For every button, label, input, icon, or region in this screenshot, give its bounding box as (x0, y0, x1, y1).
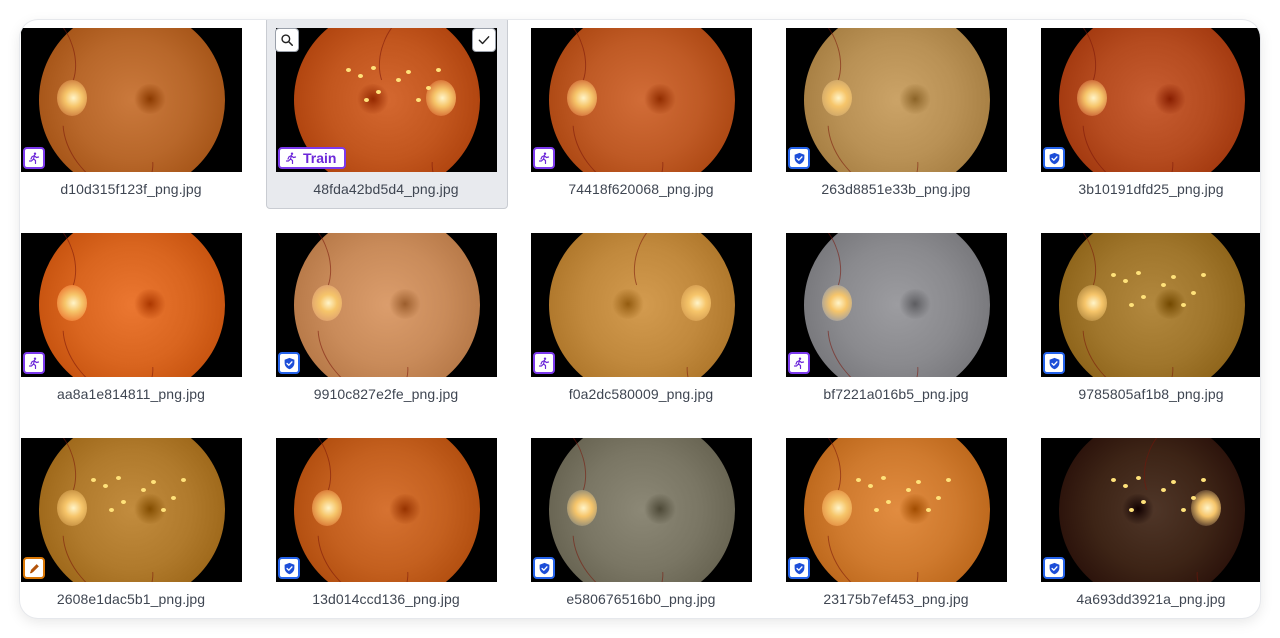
fundus-image-thumbnail[interactable] (21, 438, 242, 582)
running-person-icon (28, 357, 40, 369)
running-person-icon (538, 152, 550, 164)
image-card[interactable]: 74418f620068_png.jpg (530, 20, 785, 225)
valid-split-badge[interactable] (1043, 147, 1065, 169)
image-grid-panel: d10d315f123f_png.jpg Train 48fda42bd5d4_pn… (20, 20, 1260, 618)
checkmark-icon (477, 33, 491, 47)
fundus-image-thumbnail[interactable] (531, 438, 752, 582)
fundus-image-thumbnail[interactable] (1041, 28, 1260, 172)
valid-split-badge[interactable] (788, 557, 810, 579)
running-person-icon (538, 357, 550, 369)
image-card[interactable]: 9910c827e2fe_png.jpg (275, 225, 530, 430)
search-icon (280, 33, 294, 47)
fundus-image-thumbnail[interactable] (276, 233, 497, 377)
fundus-image-thumbnail[interactable] (21, 233, 242, 377)
optic-disc (681, 285, 711, 321)
fundus-image-thumbnail[interactable] (786, 28, 1007, 172)
image-card[interactable]: 23175b7ef453_png.jpg (785, 430, 1040, 618)
image-filename: 9785805af1b8_png.jpg (1078, 386, 1224, 402)
shield-check-icon (1048, 357, 1061, 370)
train-split-badge[interactable] (533, 147, 555, 169)
image-card[interactable]: 263d8851e33b_png.jpg (785, 20, 1040, 225)
image-card[interactable]: f0a2dc580009_png.jpg (530, 225, 785, 430)
macula (643, 494, 677, 524)
badge-label: Train (303, 150, 337, 166)
macula (898, 84, 932, 114)
image-card[interactable]: Train 48fda42bd5d4_png.jpg (266, 20, 530, 225)
image-filename: 263d8851e33b_png.jpg (821, 181, 971, 197)
exudate-lesions (21, 438, 242, 582)
fundus-image-thumbnail[interactable] (1041, 438, 1260, 582)
image-filename: 9910c827e2fe_png.jpg (313, 386, 459, 402)
select-checkbox[interactable] (472, 28, 496, 52)
image-filename: 2608e1dac5b1_png.jpg (56, 591, 206, 607)
image-card[interactable]: 4a693dd3921a_png.jpg (1040, 430, 1260, 618)
pencil-icon (28, 562, 41, 575)
running-person-icon (793, 357, 805, 369)
fundus-image-thumbnail[interactable] (531, 28, 752, 172)
shield-check-icon (538, 562, 551, 575)
image-card[interactable]: bf7221a016b5_png.jpg (785, 225, 1040, 430)
image-card[interactable]: aa8a1e814811_png.jpg (20, 225, 275, 430)
image-card[interactable]: 13d014ccd136_png.jpg (275, 430, 530, 618)
valid-split-badge[interactable] (278, 557, 300, 579)
valid-split-badge[interactable] (1043, 557, 1065, 579)
train-split-badge[interactable] (23, 352, 45, 374)
valid-split-badge[interactable] (278, 352, 300, 374)
image-filename: 23175b7ef453_png.jpg (823, 591, 969, 607)
shield-check-icon (283, 357, 296, 370)
image-filename: 74418f620068_png.jpg (568, 181, 714, 197)
shield-check-icon (1048, 152, 1061, 165)
train-split-badge[interactable] (788, 352, 810, 374)
image-card[interactable]: 3b10191dfd25_png.jpg (1040, 20, 1260, 225)
fundus-image-thumbnail[interactable] (1041, 233, 1260, 377)
fundus-image-thumbnail[interactable] (786, 438, 1007, 582)
macula (643, 84, 677, 114)
image-filename: aa8a1e814811_png.jpg (56, 386, 206, 402)
macula (133, 84, 167, 114)
shield-check-icon (793, 562, 806, 575)
image-card[interactable]: e580676516b0_png.jpg (530, 430, 785, 618)
image-card[interactable]: 9785805af1b8_png.jpg (1040, 225, 1260, 430)
image-filename: 48fda42bd5d4_png.jpg (313, 181, 459, 197)
zoom-button[interactable] (275, 28, 299, 52)
macula (388, 494, 422, 524)
exudate-lesions (1041, 438, 1260, 582)
image-filename: bf7221a016b5_png.jpg (823, 386, 969, 402)
shield-check-icon (283, 562, 296, 575)
fundus-image-thumbnail[interactable] (531, 233, 752, 377)
valid-split-badge[interactable] (1043, 352, 1065, 374)
image-filename: 3b10191dfd25_png.jpg (1078, 181, 1224, 197)
macula (898, 289, 932, 319)
valid-split-badge[interactable] (788, 147, 810, 169)
image-grid: d10d315f123f_png.jpg Train 48fda42bd5d4_pn… (20, 20, 1260, 618)
valid-split-badge[interactable] (533, 557, 555, 579)
exudate-lesions (786, 438, 1007, 582)
image-filename: e580676516b0_png.jpg (566, 591, 716, 607)
image-filename: d10d315f123f_png.jpg (60, 181, 202, 197)
running-person-icon (28, 152, 40, 164)
train-split-badge[interactable] (533, 352, 555, 374)
image-card[interactable]: d10d315f123f_png.jpg (20, 20, 275, 225)
running-person-icon (285, 152, 297, 164)
train-split-badge[interactable] (23, 147, 45, 169)
macula (133, 289, 167, 319)
shield-check-icon (793, 152, 806, 165)
macula (1153, 84, 1187, 114)
image-filename: 4a693dd3921a_png.jpg (1076, 591, 1226, 607)
exudate-lesions (1041, 233, 1260, 377)
fundus-image-thumbnail[interactable] (276, 438, 497, 582)
fundus-image-thumbnail[interactable] (786, 233, 1007, 377)
shield-check-icon (1048, 562, 1061, 575)
image-filename: 13d014ccd136_png.jpg (312, 591, 460, 607)
edit-split-badge[interactable] (23, 557, 45, 579)
image-filename: f0a2dc580009_png.jpg (568, 386, 714, 402)
macula (388, 289, 422, 319)
fundus-image-thumbnail[interactable] (21, 28, 242, 172)
train-split-badge[interactable]: Train (278, 147, 347, 169)
image-card[interactable]: 2608e1dac5b1_png.jpg (20, 430, 275, 618)
